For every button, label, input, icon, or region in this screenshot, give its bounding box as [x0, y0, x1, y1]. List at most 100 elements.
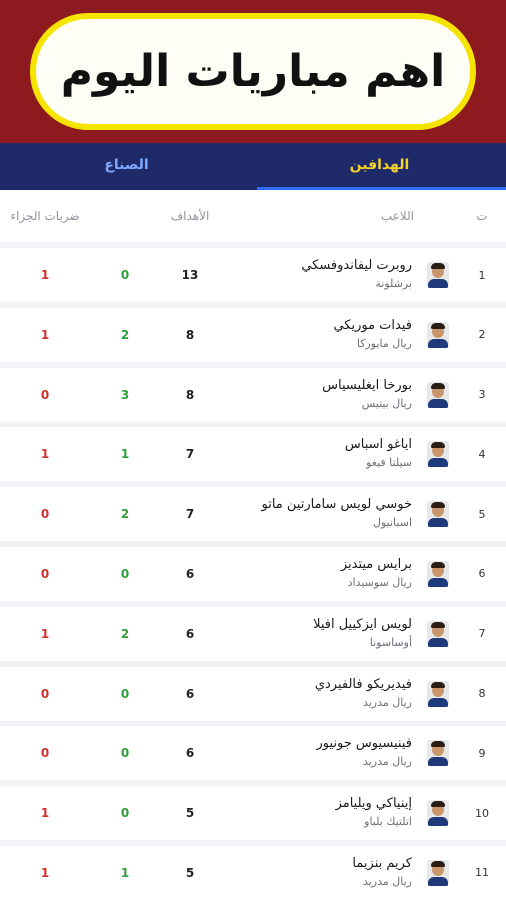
player-name: روبرت ليفاندوفسكي [301, 258, 412, 273]
player-avatar [427, 859, 449, 886]
player-club: اسبانيول [373, 516, 412, 530]
table-row[interactable]: 4 اياغو اسباس سيلتا فيغو 7 1 1 [0, 427, 506, 482]
player-assists: 0 [120, 806, 130, 821]
player-penalties: 0 [40, 746, 50, 761]
table-row[interactable]: 5 خوسي لويس سامارتين ماتو اسبانيول 7 2 0 [0, 487, 506, 542]
player-rank: 7 [478, 627, 486, 641]
tab-bar: الهدافين الصناع [0, 143, 506, 190]
player-info: كريم بنزيما ريال مدريد [220, 855, 418, 891]
player-goals: 6 [185, 746, 195, 761]
player-rank: 9 [478, 746, 486, 760]
player-club: ريال مدريد [362, 874, 412, 888]
player-rank: 10 [475, 806, 489, 820]
player-name: فيدات موريكي [333, 317, 412, 333]
player-goals: 13 [181, 268, 199, 282]
player-name: برايس ميتديز [340, 556, 412, 572]
player-avatar [427, 680, 449, 707]
player-name: كريم بنزيما [352, 855, 412, 871]
player-rank: 4 [478, 447, 486, 461]
player-club: ريال مدريد [362, 755, 412, 769]
player-goals: 8 [185, 387, 195, 402]
player-goals: 6 [185, 686, 195, 701]
header-player: اللاعب [380, 209, 414, 223]
player-name: فيديريكو فالفيردي [314, 676, 412, 692]
table-row[interactable]: 11 كريم بنزيما ريال مدريد 5 1 1 [0, 845, 506, 900]
player-penalties: 0 [40, 387, 50, 402]
table-row[interactable]: 6 برايس ميتديز ريال سوسيداد 6 0 0 [0, 546, 506, 601]
player-rank: 8 [478, 687, 486, 701]
player-club: ريال مايوركا [356, 336, 412, 350]
table-row[interactable]: 7 لويس ايزكييل افيلا أوساسونا 6 2 1 [0, 606, 506, 661]
player-rank: 2 [478, 328, 486, 342]
player-goals: 7 [185, 447, 195, 462]
player-assists: 0 [120, 746, 130, 761]
player-name: خوسي لويس سامارتين ماتو [261, 497, 413, 513]
player-penalties: 1 [40, 865, 50, 880]
table-row[interactable]: 3 بورخا ايغليسياس ريال بيتيس 8 3 0 [0, 367, 506, 422]
player-penalties: 1 [40, 327, 50, 342]
table-header: ت اللاعب الأهداف ضربات الجزاء [0, 190, 506, 242]
active-tab-indicator [257, 187, 506, 190]
tab-assisters[interactable]: الصناع [0, 143, 253, 190]
header-penalties: ضربات الجزاء [10, 209, 80, 223]
player-goals: 8 [185, 327, 195, 342]
player-goals: 6 [185, 566, 195, 581]
player-name: اياغو اسباس [344, 437, 412, 453]
table-row[interactable]: 2 فيدات موريكي ريال مايوركا 8 2 1 [0, 307, 506, 362]
player-name: إينياكي ويليامز [335, 796, 412, 812]
player-rank: 1 [478, 268, 486, 282]
table-row[interactable]: 9 فينيسيوس جونيور ريال مدريد 6 0 0 [0, 726, 506, 781]
player-rank: 11 [475, 866, 489, 880]
player-avatar [427, 560, 449, 587]
player-club: برشلونة [375, 277, 412, 290]
player-name: لويس ايزكييل افيلا [313, 616, 412, 632]
player-assists: 0 [120, 686, 130, 701]
player-info: اياغو اسباس سيلتا فيغو [220, 436, 418, 472]
player-avatar [427, 800, 449, 827]
table-row[interactable]: 8 فيديريكو فالفيردي ريال مدريد 6 0 0 [0, 666, 506, 721]
player-penalties: 1 [40, 447, 50, 462]
player-avatar [427, 501, 449, 528]
player-info: روبرت ليفاندوفسكي برشلونة [220, 257, 418, 293]
player-assists: 3 [120, 387, 130, 402]
header-rank: ت [476, 209, 488, 223]
table-row[interactable]: 10 إينياكي ويليامز اتلتيك بلباو 5 0 1 [0, 786, 506, 841]
player-name: فينيسيوس جونيور [316, 736, 412, 752]
player-avatar [427, 321, 449, 348]
player-club: ريال سوسيداد [347, 575, 412, 589]
scorers-list: 1 روبرت ليفاندوفسكي برشلونة 13 0 1 2 فيدات موري… [0, 242, 506, 900]
player-info: بورخا ايغليسياس ريال بيتيس [220, 377, 418, 413]
player-assists: 0 [120, 566, 130, 581]
player-rank: 5 [478, 507, 486, 521]
player-club: ريال بيتيس [361, 396, 412, 410]
player-club: اتلتيك بلباو [364, 815, 412, 829]
player-info: برايس ميتديز ريال سوسيداد [220, 556, 418, 592]
player-club: سيلتا فيغو [366, 456, 412, 470]
player-avatar [427, 740, 449, 767]
player-penalties: 0 [40, 566, 50, 581]
header-goals: الأهداف [170, 209, 210, 223]
player-club: ريال مدريد [362, 695, 412, 709]
player-rank: 6 [478, 567, 486, 581]
player-info: فيديريكو فالفيردي ريال مدريد [220, 676, 418, 712]
player-assists: 1 [120, 865, 130, 880]
player-info: خوسي لويس سامارتين ماتو اسبانيول [220, 496, 418, 532]
player-assists: 2 [120, 327, 130, 342]
player-rank: 3 [478, 388, 486, 402]
player-info: إينياكي ويليامز اتلتيك بلباو [220, 795, 418, 831]
player-info: لويس ايزكييل افيلا أوساسونا [220, 616, 418, 652]
table-row[interactable]: 1 روبرت ليفاندوفسكي برشلونة 13 0 1 [0, 248, 506, 302]
player-name: بورخا ايغليسياس [322, 377, 412, 393]
player-info: فيدات موريكي ريال مايوركا [220, 317, 418, 353]
player-goals: 5 [185, 806, 195, 821]
promo-banner: اهم مباريات اليوم [0, 0, 506, 143]
player-penalties: 1 [40, 626, 50, 641]
player-club: أوساسونا [369, 635, 412, 649]
player-assists: 0 [120, 268, 130, 282]
player-assists: 2 [120, 507, 130, 522]
banner-title: اهم مباريات اليوم [60, 46, 446, 97]
player-avatar [427, 620, 449, 647]
tab-scorers[interactable]: الهدافين [253, 143, 506, 190]
player-avatar [427, 262, 449, 288]
player-penalties: 1 [40, 806, 50, 821]
